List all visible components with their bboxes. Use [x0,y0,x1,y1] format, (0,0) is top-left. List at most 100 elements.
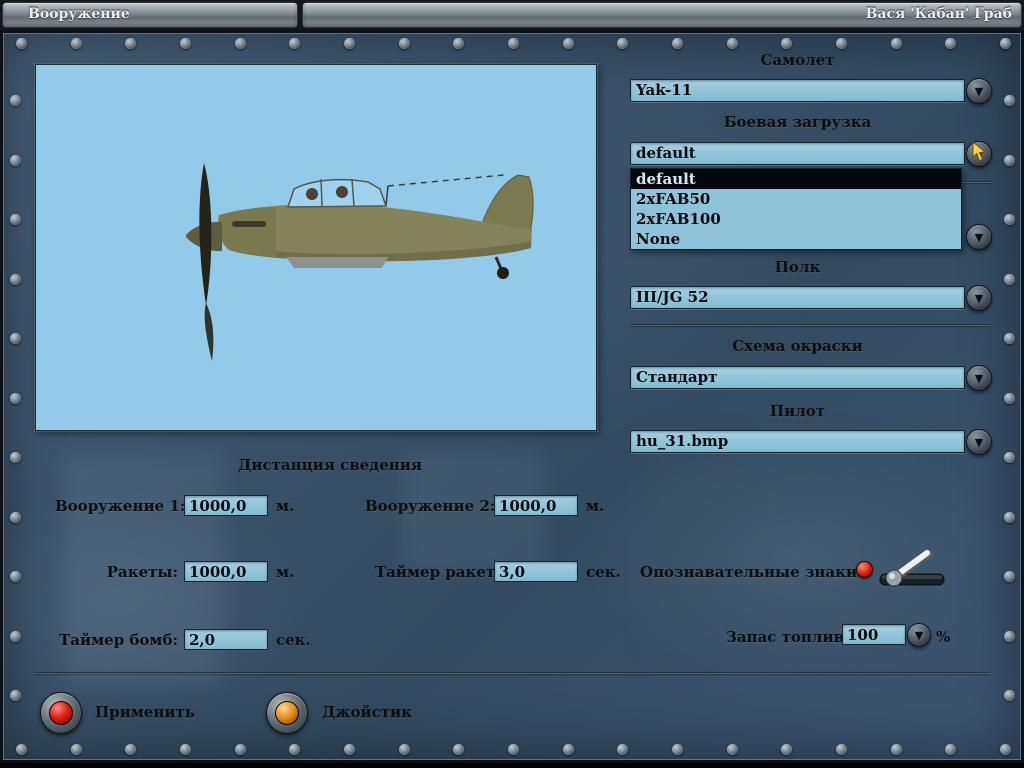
joystick-button-light [275,701,299,725]
separator [963,181,992,183]
rockets-input[interactable] [184,561,268,582]
rivet [1004,214,1015,225]
rivet [1004,95,1015,106]
pilot-label: Пилот [769,402,826,420]
player-name: Вася 'Кабан' Граб [865,6,1012,22]
rivet [672,744,683,755]
rivet [508,744,519,755]
weapon1-label: Вооружение 1: [55,497,186,515]
paint-scheme-select-value: Стандарт [636,368,718,386]
rivet [672,38,683,49]
rivet [234,38,246,49]
rivet [10,154,21,166]
rivet [10,511,21,523]
rockets-label: Ракеты: [106,563,178,581]
bomb-timer-input[interactable] [184,629,268,650]
rivet [180,38,191,49]
toggle-switch-icon [879,549,945,587]
rivet [344,744,355,755]
weapon2-label: Вооружение 2: [365,497,496,515]
chevron-down-icon: ▼ [974,291,984,305]
bomb-timer-label: Таймер бомб: [59,631,178,649]
titlebar: Вооружение Вася 'Кабан' Граб [0,0,1024,30]
rockets-unit: м. [276,563,295,581]
loadout-dropdown-list: default 2xFAB50 2xFAB100 None [630,168,962,250]
rivet [1004,154,1015,166]
rivet [562,38,574,49]
regiment-label: Полк [774,258,821,276]
rivet [10,214,21,225]
loadout-select[interactable]: default [630,142,965,165]
paint-scheme-label: Схема окраски [732,337,863,355]
rivet [10,392,21,404]
chevron-down-icon: ▼ [914,628,924,642]
chevron-down-icon: ▼ [974,371,984,385]
armament-screen: Вооружение Вася 'Кабан' Граб Самолет Yak… [0,0,1024,768]
weapon1-input[interactable] [184,495,268,516]
rivet [398,744,410,755]
aircraft-dropdown-button[interactable]: ▼ [966,78,992,104]
rivet [10,690,21,701]
weapon2-input[interactable] [494,495,578,516]
rivet [1004,392,1015,404]
rivet [890,744,902,755]
rivet [10,95,21,106]
rocket-timer-unit: сек. [586,563,621,581]
loadout-list-scroll-button[interactable]: ▼ [966,224,992,250]
rivet [1004,333,1015,344]
pilot-dropdown-button[interactable]: ▼ [966,429,992,455]
rivet [16,38,27,49]
rivet [10,333,21,344]
loadout-select-value: default [636,144,696,162]
weapon1-unit: м. [276,497,295,515]
page-title: Вооружение [28,6,130,22]
aircraft-select[interactable]: Yak-11 [630,79,965,102]
paint-scheme-dropdown-button[interactable]: ▼ [966,365,992,391]
rocket-timer-label: Таймер ракет: [375,563,501,581]
rivet [10,630,21,642]
regiment-dropdown-button[interactable]: ▼ [966,285,992,311]
regiment-select-value: III/JG 52 [636,288,709,306]
rivet [890,38,902,49]
rivet [10,273,21,285]
convergence-title: Дистанция сведения [238,456,422,474]
weapon2-unit: м. [586,497,605,515]
joystick-button[interactable] [266,692,308,734]
aircraft-select-value: Yak-11 [636,81,693,99]
fuel-spinner-button[interactable]: ▼ [907,623,931,647]
fuel-label: Запас топлива [726,628,854,646]
fuel-input[interactable] [842,624,906,645]
apply-button[interactable] [40,692,82,734]
apply-button-label: Применить [95,703,195,721]
rivet [562,744,574,755]
regiment-select[interactable]: III/JG 52 [630,286,965,309]
pilot-select-value: hu_31.bmp [636,432,729,450]
aircraft-preview [35,64,597,431]
rocket-timer-input[interactable] [494,561,578,582]
loadout-option-default[interactable]: default [631,169,961,189]
chevron-down-icon: ▼ [974,435,984,449]
aircraft-image [186,163,534,361]
markings-toggle[interactable] [874,545,952,593]
loadout-option-2xfab100[interactable]: 2xFAB100 [631,209,961,229]
chevron-down-icon: ▼ [974,147,984,161]
joystick-button-label: Джойстик [322,703,412,721]
loadout-option-none[interactable]: None [631,229,961,249]
rivet [726,38,738,49]
rivet [1000,38,1011,49]
rivet [1004,690,1015,701]
paint-scheme-select[interactable]: Стандарт [630,366,965,389]
rivet [16,744,27,755]
rivet [1004,571,1015,582]
fuel-unit: % [936,628,951,646]
loadout-option-2xfab50[interactable]: 2xFAB50 [631,189,961,209]
loadout-dropdown-button[interactable]: ▼ [966,141,992,167]
rivet [836,38,847,49]
markings-label: Опознавательные знаки: [640,563,863,581]
rivet [70,744,82,755]
rivet [1004,511,1015,523]
pilot-select[interactable]: hu_31.bmp [630,430,965,453]
loadout-label: Боевая загрузка [723,113,872,131]
rivet [70,38,82,49]
rivet [836,744,847,755]
